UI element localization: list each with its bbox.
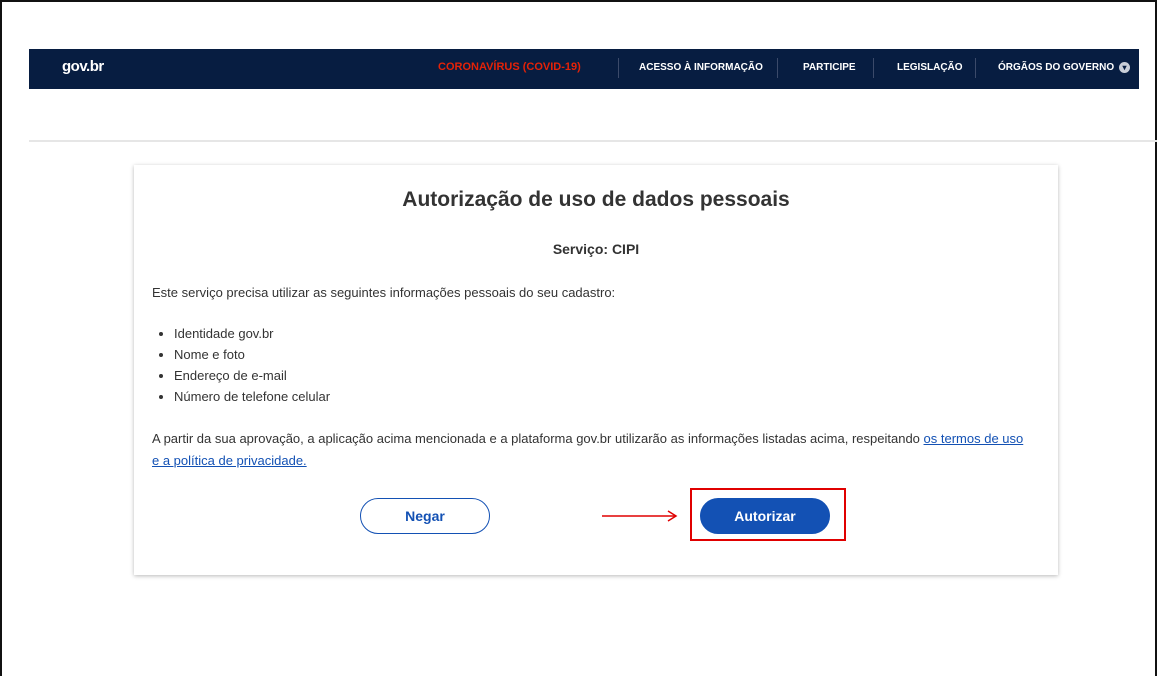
header-divider <box>29 140 1157 142</box>
nav-separator <box>777 58 778 78</box>
nav-separator <box>873 58 874 78</box>
nav-item-acesso-informacao[interactable]: ACESSO À INFORMAÇÃO <box>639 62 763 73</box>
nav-separator <box>975 58 976 78</box>
nav-item-coronavirus[interactable]: CORONAVÍRUS (COVID-19) <box>438 61 581 73</box>
list-item: Número de telefone celular <box>174 386 330 407</box>
nav-item-legislacao[interactable]: LEGISLAÇÃO <box>897 62 963 73</box>
permissions-list: Identidade gov.br Nome e foto Endereço d… <box>152 323 330 407</box>
consent-paragraph: A partir da sua aprovação, a aplicação a… <box>152 428 1032 472</box>
chevron-down-icon[interactable]: ▾ <box>1119 62 1130 73</box>
highlight-box <box>690 488 846 541</box>
deny-button[interactable]: Negar <box>360 498 490 534</box>
service-name: Serviço: CIPI <box>552 241 640 257</box>
list-item: Identidade gov.br <box>174 323 330 344</box>
list-item: Nome e foto <box>174 344 330 365</box>
nav-item-orgaos-governo[interactable]: ÓRGÃOS DO GOVERNO <box>998 62 1114 73</box>
authorization-card: Autorização de uso de dados pessoais Ser… <box>134 165 1058 575</box>
nav-item-participe[interactable]: PARTICIPE <box>803 62 856 73</box>
consent-text: A partir da sua aprovação, a aplicação a… <box>152 431 920 446</box>
main-nav: CORONAVÍRUS (COVID-19) ACESSO À INFORMAÇ… <box>29 49 1139 89</box>
arrow-right-icon <box>602 510 678 522</box>
page-title: Autorização de uso de dados pessoais <box>402 188 790 211</box>
nav-separator <box>618 58 619 78</box>
intro-text: Este serviço precisa utilizar as seguint… <box>152 285 616 300</box>
top-navigation-bar: gov.br CORONAVÍRUS (COVID-19) ACESSO À I… <box>29 49 1139 89</box>
list-item: Endereço de e-mail <box>174 365 330 386</box>
